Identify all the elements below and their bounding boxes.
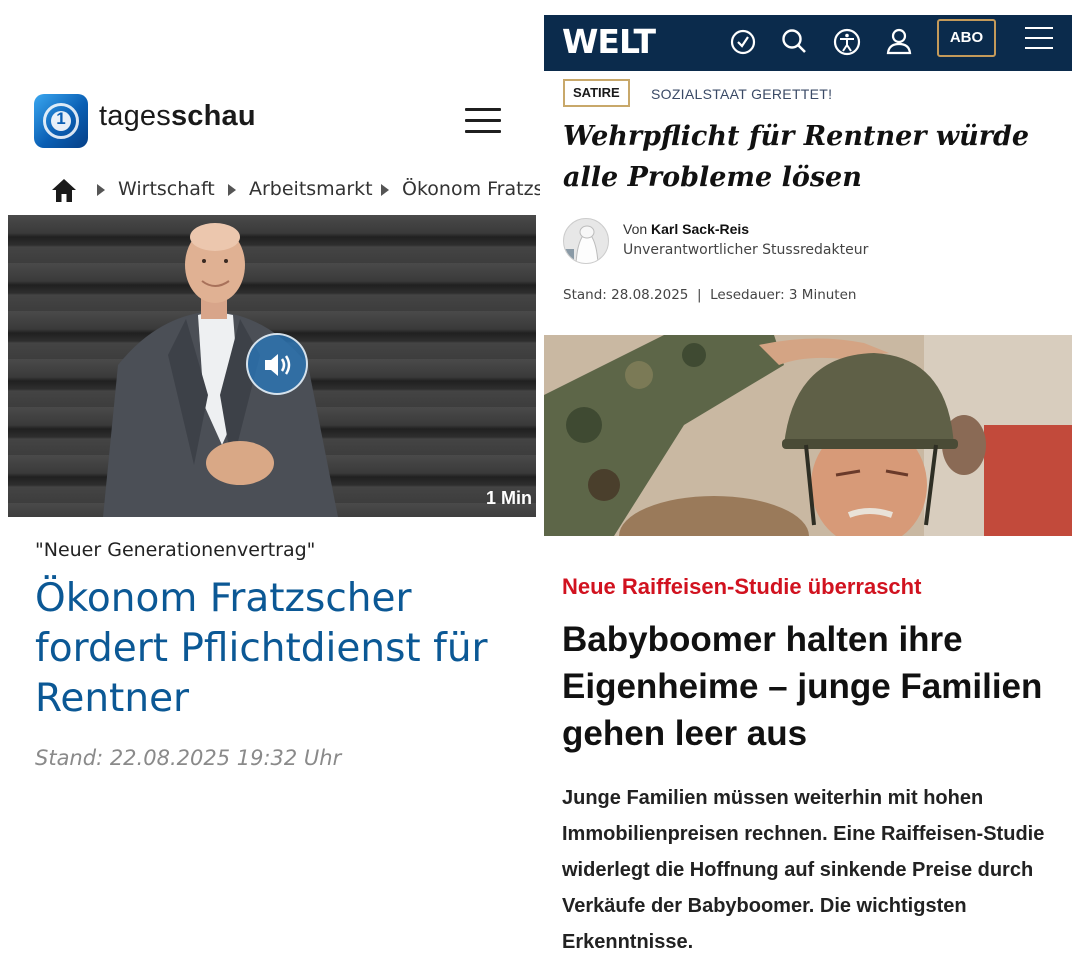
author-name[interactable]: Karl Sack-Reis bbox=[651, 221, 749, 237]
author-avatar[interactable] bbox=[563, 218, 609, 264]
speaker-icon bbox=[265, 354, 291, 376]
search-icon[interactable] bbox=[777, 24, 813, 60]
byline-prefix: Von bbox=[623, 221, 648, 237]
reading-time: Lesedauer: 3 Minuten bbox=[710, 287, 857, 303]
soldier-helmet-photo bbox=[544, 335, 1072, 536]
brand-regular: tages bbox=[99, 100, 171, 132]
article-teaser: Junge Familien müssen weiterhin mit hohe… bbox=[562, 787, 1045, 953]
welt-header: WELT ABO bbox=[544, 15, 1072, 71]
menu-icon[interactable] bbox=[465, 108, 501, 134]
brand-bold: schau bbox=[170, 100, 256, 132]
abo-button[interactable]: ABO bbox=[937, 19, 996, 57]
home-icon[interactable] bbox=[50, 176, 78, 204]
breadcrumb: Wirtschaft Arbeitsmarkt Ökonom Fratzs bbox=[50, 176, 540, 206]
breadcrumb-arrow-icon bbox=[381, 184, 389, 196]
article-image[interactable] bbox=[544, 335, 1072, 536]
article-timestamp: Stand: 28.08.2025 bbox=[563, 287, 689, 303]
article-kicker: "Neuer Generationenvertrag" bbox=[35, 539, 316, 561]
clock-icon[interactable] bbox=[725, 24, 761, 60]
brand-name[interactable]: tagesschau bbox=[99, 100, 256, 133]
satire-badge: SATIRE bbox=[563, 79, 630, 107]
accessibility-icon[interactable] bbox=[829, 24, 865, 60]
article-headline[interactable]: Babyboomer halten ihre Eigenheime – jung… bbox=[562, 616, 1072, 757]
video-duration: 1 Min bbox=[485, 488, 532, 508]
article-video[interactable]: 1 Min bbox=[8, 215, 536, 517]
breadcrumb-arrow-icon bbox=[228, 184, 236, 196]
sound-button[interactable] bbox=[246, 333, 308, 395]
welt-logo[interactable]: WELT bbox=[562, 22, 656, 61]
article-kicker: Neue Raiffeisen-Studie überrascht bbox=[562, 574, 922, 599]
menu-icon[interactable] bbox=[1025, 27, 1053, 49]
breadcrumb-arrow-icon bbox=[97, 184, 105, 196]
author-photo bbox=[564, 225, 599, 263]
article-headline[interactable]: Wehrpflicht für Rentner würde alle Probl… bbox=[563, 116, 1053, 198]
tagesschau-logo[interactable]: 1 bbox=[34, 94, 88, 148]
breadcrumb-item-current: Ökonom Fratzs bbox=[402, 178, 540, 200]
article-headline[interactable]: Ökonom Fratzscher fordert Pflichtdienst … bbox=[35, 574, 525, 724]
author-byline: Von Karl Sack-Reis bbox=[623, 221, 749, 237]
article-timestamp: Stand: 22.08.2025 19:32 Uhr bbox=[35, 746, 342, 770]
topic-label[interactable]: SOZIALSTAAT GERETTET! bbox=[651, 86, 832, 102]
breadcrumb-item-wirtschaft[interactable]: Wirtschaft bbox=[118, 178, 215, 200]
breadcrumb-item-arbeitsmarkt[interactable]: Arbeitsmarkt bbox=[249, 178, 373, 200]
article-meta: Stand: 28.08.2025 | Lesedauer: 3 Minuten bbox=[563, 287, 857, 303]
logo-number: 1 bbox=[56, 109, 66, 128]
user-icon[interactable] bbox=[881, 24, 917, 60]
author-role: Unverantwortlicher Stussredakteur bbox=[623, 242, 869, 258]
tagesschau-screenshot: 1 tagesschau Wirtschaft Arbeitsmarkt Öko… bbox=[0, 0, 540, 967]
